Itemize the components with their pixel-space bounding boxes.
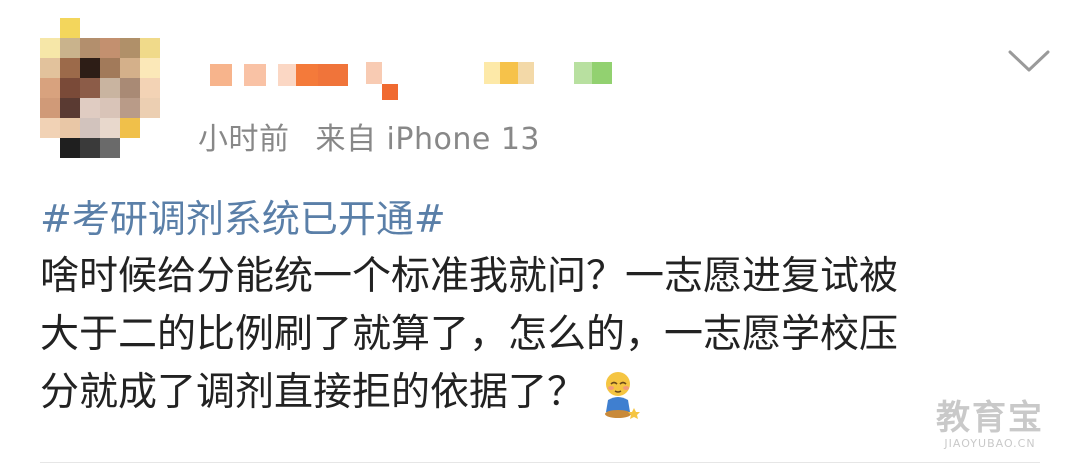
content-line-3-text: 分就成了调剂直接拒的依据了？ xyxy=(40,370,587,415)
watermark: 教育宝 JIAOYUBAO.CN xyxy=(920,390,1060,450)
username[interactable] xyxy=(210,56,612,106)
content-line-2: 大于二的比例刷了就算了，怎么的，一志愿学校压 xyxy=(40,312,899,357)
post-time: 小时前 xyxy=(198,122,290,157)
post-meta: 小时前 来自 iPhone 13 xyxy=(198,114,540,158)
shy-emoji-icon xyxy=(600,370,642,420)
content-line-3: 分就成了调剂直接拒的依据了？ xyxy=(40,364,1030,422)
watermark-main: 教育宝 xyxy=(936,398,1044,438)
content-line-1: 啥时候给分能统一个标准我就问？一志愿进复试被 xyxy=(40,254,899,299)
post-source: 来自 iPhone 13 xyxy=(315,122,541,157)
post-content: 啥时候给分能统一个标准我就问？一志愿进复试被 大于二的比例刷了就算了，怎么的，一… xyxy=(40,248,1030,422)
topic-link[interactable]: #考研调剂系统已开通# xyxy=(40,188,446,243)
avatar[interactable] xyxy=(40,18,160,158)
divider xyxy=(40,462,1040,463)
chevron-down-icon[interactable] xyxy=(1002,44,1056,76)
